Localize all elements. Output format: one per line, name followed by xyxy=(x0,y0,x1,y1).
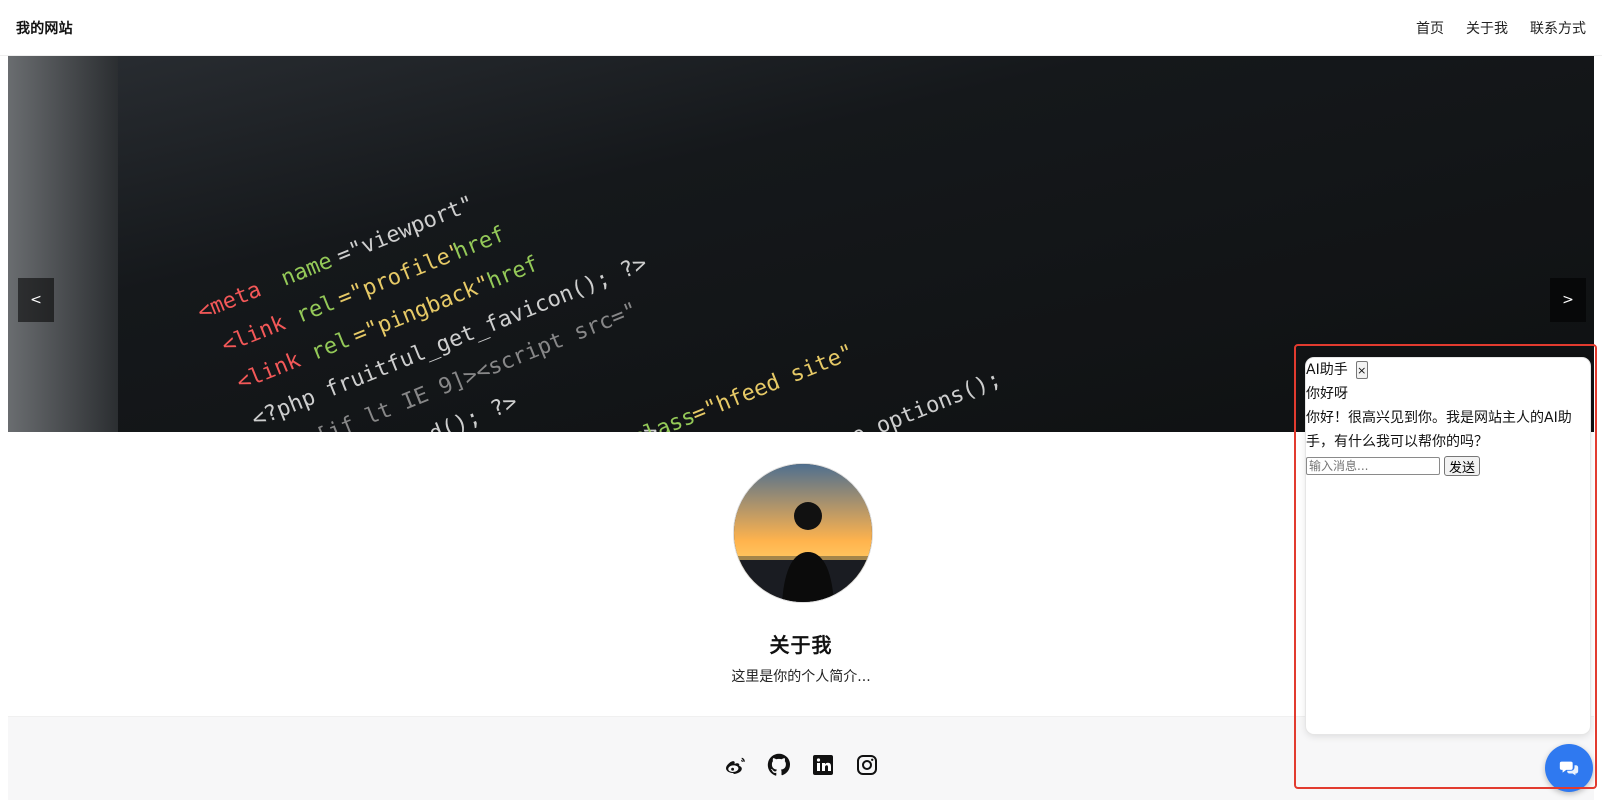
nav-about[interactable]: 关于我 xyxy=(1466,18,1508,38)
carousel-prev-button[interactable]: < xyxy=(18,278,54,322)
chat-close-button[interactable]: × xyxy=(1355,361,1368,379)
main-nav: 首页 关于我 联系方式 xyxy=(1416,18,1586,38)
chat-bubbles-icon xyxy=(1559,761,1579,776)
top-navbar: 我的网站 首页 关于我 联系方式 xyxy=(0,0,1602,56)
chat-send-button[interactable]: 发送 xyxy=(1444,456,1481,476)
chat-message-input[interactable] xyxy=(1306,457,1440,475)
chat-input-row: 发送 xyxy=(1306,456,1590,476)
chat-message-ai: 你好！很高兴见到你。我是网站主人的AI助手，有什么我可以帮你的吗？ xyxy=(1306,410,1572,450)
chat-message-user: 你好呀 xyxy=(1306,386,1348,402)
ai-chat-panel: AI助手 × 你好呀 你好！很高兴见到你。我是网站主人的AI助手，有什么我可以帮… xyxy=(1306,358,1590,734)
chat-toggle-button[interactable] xyxy=(1545,744,1593,792)
nav-contact[interactable]: 联系方式 xyxy=(1530,18,1586,38)
carousel-next-button[interactable]: > xyxy=(1550,278,1586,322)
social-links xyxy=(8,753,1594,777)
linkedin-icon[interactable] xyxy=(811,753,835,777)
sunset-avatar-image xyxy=(734,464,872,602)
site-brand[interactable]: 我的网站 xyxy=(16,18,73,38)
github-icon[interactable] xyxy=(767,753,791,777)
chat-header: AI助手 × xyxy=(1306,358,1590,382)
weibo-icon[interactable] xyxy=(723,753,747,777)
profile-avatar xyxy=(733,463,873,603)
nav-home[interactable]: 首页 xyxy=(1416,18,1444,38)
instagram-icon[interactable] xyxy=(855,753,879,777)
chat-title: AI助手 xyxy=(1306,362,1348,378)
